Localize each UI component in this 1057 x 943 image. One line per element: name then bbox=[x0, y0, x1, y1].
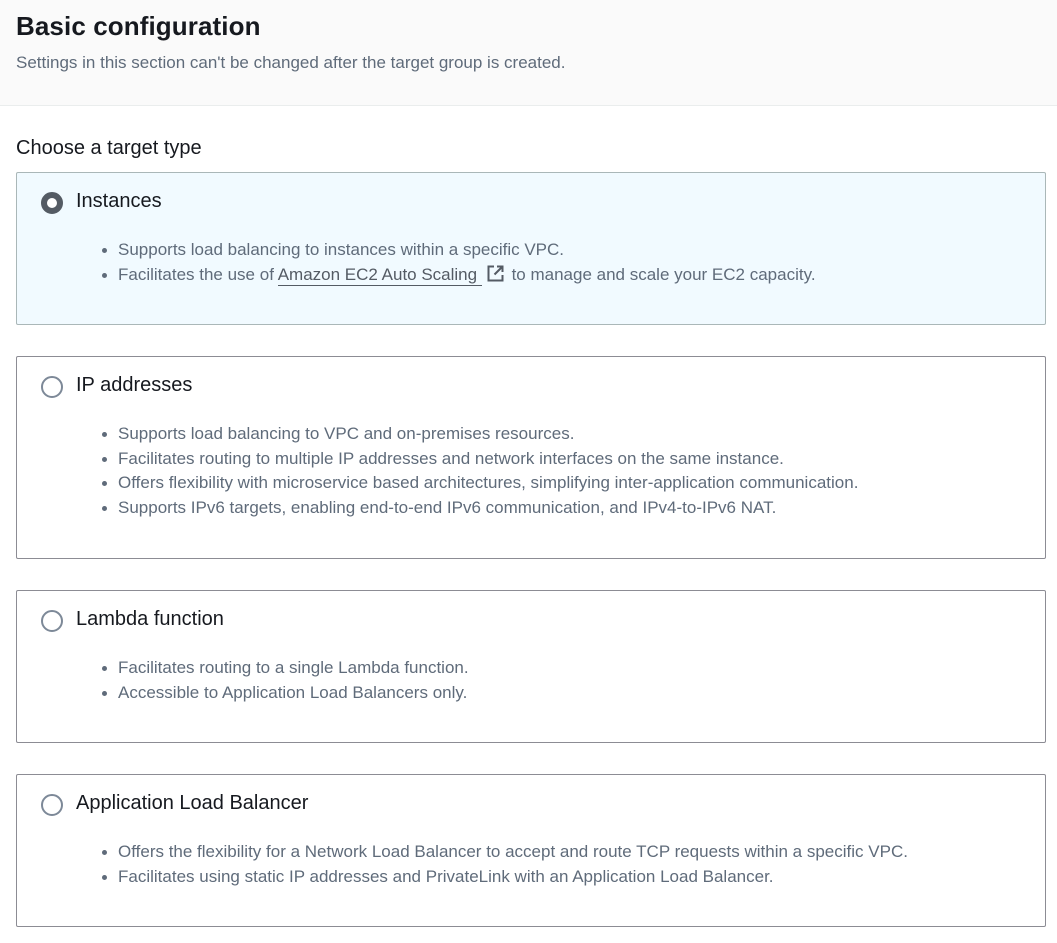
radio-ip-addresses[interactable] bbox=[41, 376, 63, 398]
external-link-icon[interactable] bbox=[486, 264, 505, 291]
target-type-label: Choose a target type bbox=[16, 137, 202, 159]
ec2-auto-scaling-link[interactable]: Amazon EC2 Auto Scaling bbox=[277, 264, 482, 286]
bullet-item: Offers flexibility with microservice bas… bbox=[101, 471, 858, 496]
link-text: Amazon EC2 Auto Scaling bbox=[277, 264, 478, 284]
tile-label-lambda-function: Lambda function bbox=[76, 608, 224, 630]
target-type-tile-ip-addresses[interactable]: IP addresses Supports load balancing to … bbox=[16, 356, 1046, 559]
bullet-list-application-load-balancer: Offers the flexibility for a Network Loa… bbox=[102, 840, 908, 890]
bullet-list-ip-addresses: Supports load balancing to VPC and on-pr… bbox=[101, 422, 858, 521]
bullet-item: Facilitates routing to multiple IP addre… bbox=[101, 447, 858, 472]
radio-lambda-function[interactable] bbox=[41, 610, 63, 632]
tile-label-application-load-balancer: Application Load Balancer bbox=[76, 792, 309, 814]
tile-label-instances: Instances bbox=[76, 190, 162, 212]
target-type-tile-lambda-function[interactable]: Lambda function Facilitates routing to a… bbox=[16, 590, 1046, 743]
bullet-item: Supports load balancing to VPC and on-pr… bbox=[101, 422, 858, 447]
section-title: Basic configuration bbox=[16, 11, 261, 41]
bullet-list-lambda-function: Facilitates routing to a single Lambda f… bbox=[102, 656, 469, 706]
section-description: Settings in this section can't be change… bbox=[16, 53, 566, 72]
bullet-prefix: Facilitates the use of bbox=[118, 264, 278, 284]
bullet-item: Accessible to Application Load Balancers… bbox=[102, 681, 469, 706]
bullet-suffix: to manage and scale your EC2 capacity. bbox=[511, 264, 816, 284]
bullet-item: Supports load balancing to instances wit… bbox=[102, 238, 816, 263]
bullet-item-with-link: Facilitates the use of Amazon EC2 Auto S… bbox=[102, 263, 816, 291]
radio-application-load-balancer[interactable] bbox=[41, 794, 63, 816]
bullet-item: Facilitates routing to a single Lambda f… bbox=[102, 656, 469, 681]
bullet-item: Facilitates using static IP addresses an… bbox=[102, 865, 908, 890]
section-header: Basic configuration Settings in this sec… bbox=[0, 0, 1057, 106]
target-type-tile-instances[interactable]: Instances Supports load balancing to ins… bbox=[16, 172, 1046, 325]
tile-label-ip-addresses: IP addresses bbox=[76, 374, 193, 396]
bullet-item: Offers the flexibility for a Network Loa… bbox=[102, 840, 908, 865]
bullet-item: Supports IPv6 targets, enabling end-to-e… bbox=[101, 496, 858, 521]
bullet-list-instances: Supports load balancing to instances wit… bbox=[102, 238, 816, 291]
radio-instances[interactable] bbox=[41, 192, 63, 214]
target-type-tile-application-load-balancer[interactable]: Application Load Balancer Offers the fle… bbox=[16, 774, 1046, 927]
